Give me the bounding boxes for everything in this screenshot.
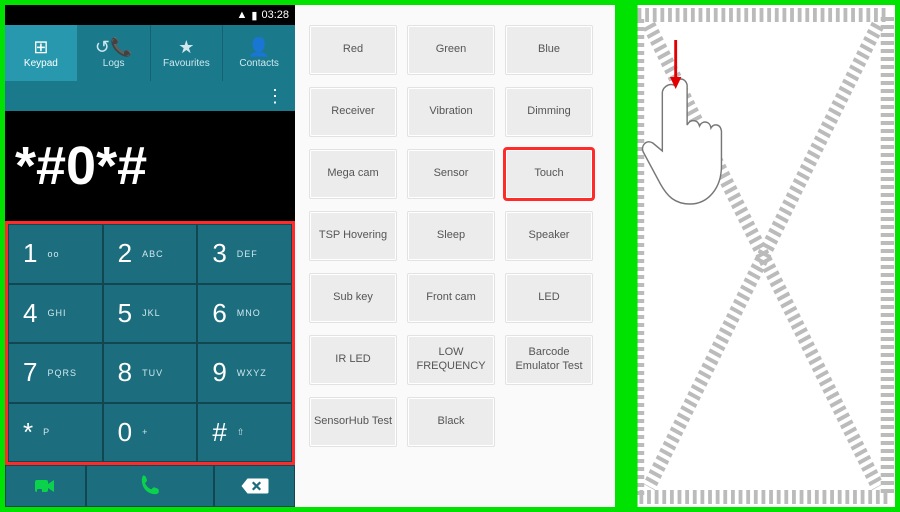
dialed-code: *#0*# <box>15 135 147 197</box>
key-digit: 1 <box>23 238 37 269</box>
test-speaker[interactable]: Speaker <box>505 211 593 261</box>
key-digit: 6 <box>212 298 226 329</box>
key-7[interactable]: 7 PQRS <box>8 343 103 403</box>
key-0[interactable]: 0+ <box>103 403 198 463</box>
test-sub-key[interactable]: Sub key <box>309 273 397 323</box>
test-green[interactable]: Green <box>407 25 495 75</box>
test-row: TSP HoveringSleepSpeaker <box>309 211 601 261</box>
key-digit: 2 <box>118 238 132 269</box>
clock: 03:28 <box>261 9 289 21</box>
key-3[interactable]: 3 DEF <box>197 224 292 284</box>
key-8[interactable]: 8 TUV <box>103 343 198 403</box>
test-sensor[interactable]: Sensor <box>407 149 495 199</box>
key-digit: 7 <box>23 357 37 388</box>
test-mega-cam[interactable]: Mega cam <box>309 149 397 199</box>
hw-test-menu: RedGreenBlue ReceiverVibrationDimming Mega… <box>295 5 615 507</box>
test-led[interactable]: LED <box>505 273 593 323</box>
key-6[interactable]: 6 MNO <box>197 284 292 344</box>
key-digit: 4 <box>23 298 37 329</box>
key-subtext: GHI <box>47 308 66 318</box>
test-black[interactable]: Black <box>407 397 495 447</box>
test-dimming[interactable]: Dimming <box>505 87 593 137</box>
tab-favourites[interactable]: ★ Favourites <box>151 25 224 81</box>
contacts-icon: 👤 <box>248 38 270 56</box>
test-row: RedGreenBlue <box>309 25 601 75</box>
key-subtext: ⇧ <box>237 427 246 438</box>
key-*[interactable]: *P <box>8 403 103 463</box>
test-row: IR LEDLOW FREQUENCYBarcode Emulator Test <box>309 335 601 385</box>
key-9[interactable]: 9 WXYZ <box>197 343 292 403</box>
key-digit: 8 <box>118 357 132 388</box>
logs-icon: ↺📞 <box>95 38 133 56</box>
key-subtext: PQRS <box>47 368 77 378</box>
touch-test-illustration <box>615 5 895 507</box>
key-digit: 3 <box>212 238 226 269</box>
tab-keypad[interactable]: ⊞ Keypad <box>5 25 78 81</box>
test-sleep[interactable]: Sleep <box>407 211 495 261</box>
key-digit: 0 <box>118 417 132 448</box>
video-call-button[interactable] <box>5 465 86 507</box>
test-row: ReceiverVibrationDimming <box>309 87 601 137</box>
signal-icon: ▲ <box>237 9 248 21</box>
key-subtext: P <box>43 427 50 437</box>
key-#[interactable]: #⇧ <box>197 403 292 463</box>
dialer-bottom-bar <box>5 465 295 507</box>
test-row: Sub keyFront camLED <box>309 273 601 323</box>
test-touch[interactable]: Touch <box>505 149 593 199</box>
touch-test-frame <box>620 5 895 507</box>
test-tsp-hovering[interactable]: TSP Hovering <box>309 211 397 261</box>
key-subtext: ABC <box>142 249 164 259</box>
key-subtext: ᴏᴏ <box>47 249 59 259</box>
tab-label: Keypad <box>24 58 58 69</box>
key-subtext: DEF <box>237 249 258 259</box>
tab-label: Logs <box>103 58 125 69</box>
status-bar: ▲ ▮ 03:28 <box>5 5 295 25</box>
touch-grid-svg <box>628 5 895 507</box>
keypad-icon: ⊞ <box>33 38 48 56</box>
key-1[interactable]: 1 ᴏᴏ <box>8 224 103 284</box>
key-digit: 9 <box>212 357 226 388</box>
key-2[interactable]: 2 ABC <box>103 224 198 284</box>
test-vibration[interactable]: Vibration <box>407 87 495 137</box>
test-blue[interactable]: Blue <box>505 25 593 75</box>
test-front-cam[interactable]: Front cam <box>407 273 495 323</box>
overflow-menu-icon[interactable]: ⋮ <box>266 86 285 107</box>
dial-display: *#0*# <box>5 111 295 221</box>
key-digit: 5 <box>118 298 132 329</box>
key-subtext: MNO <box>237 308 261 318</box>
dialer-tabs: ⊞ Keypad ↺📞 Logs ★ Favourites 👤 Contacts <box>5 25 295 81</box>
test-barcode-emulator-test[interactable]: Barcode Emulator Test <box>505 335 593 385</box>
test-sensorhub-test[interactable]: SensorHub Test <box>309 397 397 447</box>
tab-logs[interactable]: ↺📞 Logs <box>78 25 151 81</box>
key-digit: # <box>212 417 226 448</box>
test-red[interactable]: Red <box>309 25 397 75</box>
tab-label: Favourites <box>163 58 210 69</box>
phone-dialer-screenshot: ▲ ▮ 03:28 ⊞ Keypad ↺📞 Logs ★ Favourites 👤 Conta… <box>5 5 295 507</box>
favourites-icon: ★ <box>178 38 194 56</box>
tutorial-triptych: ▲ ▮ 03:28 ⊞ Keypad ↺📞 Logs ★ Favourites 👤 Conta… <box>0 0 900 512</box>
backspace-icon <box>240 476 270 496</box>
test-low-frequency[interactable]: LOW FREQUENCY <box>407 335 495 385</box>
menu-row: ⋮ <box>5 81 295 111</box>
key-subtext: + <box>142 427 148 437</box>
key-subtext: JKL <box>142 308 161 318</box>
key-5[interactable]: 5 JKL <box>103 284 198 344</box>
test-row: SensorHub TestBlack <box>309 397 601 447</box>
test-ir-led[interactable]: IR LED <box>309 335 397 385</box>
call-button[interactable] <box>86 465 215 507</box>
key-subtext: WXYZ <box>237 368 267 378</box>
keypad-grid: 1ᴏᴏ2ABC3DEF4GHI5JKL6MNO7PQRS8TUV9WXYZ*P0… <box>5 221 295 465</box>
key-4[interactable]: 4 GHI <box>8 284 103 344</box>
video-call-icon <box>33 474 57 498</box>
backspace-button[interactable] <box>214 465 295 507</box>
tab-contacts[interactable]: 👤 Contacts <box>223 25 295 81</box>
test-row: Mega camSensorTouch <box>309 149 601 199</box>
test-receiver[interactable]: Receiver <box>309 87 397 137</box>
battery-icon: ▮ <box>251 9 257 22</box>
phone-icon <box>136 472 164 500</box>
key-digit: * <box>23 417 33 448</box>
key-subtext: TUV <box>142 368 163 378</box>
tab-label: Contacts <box>239 58 278 69</box>
